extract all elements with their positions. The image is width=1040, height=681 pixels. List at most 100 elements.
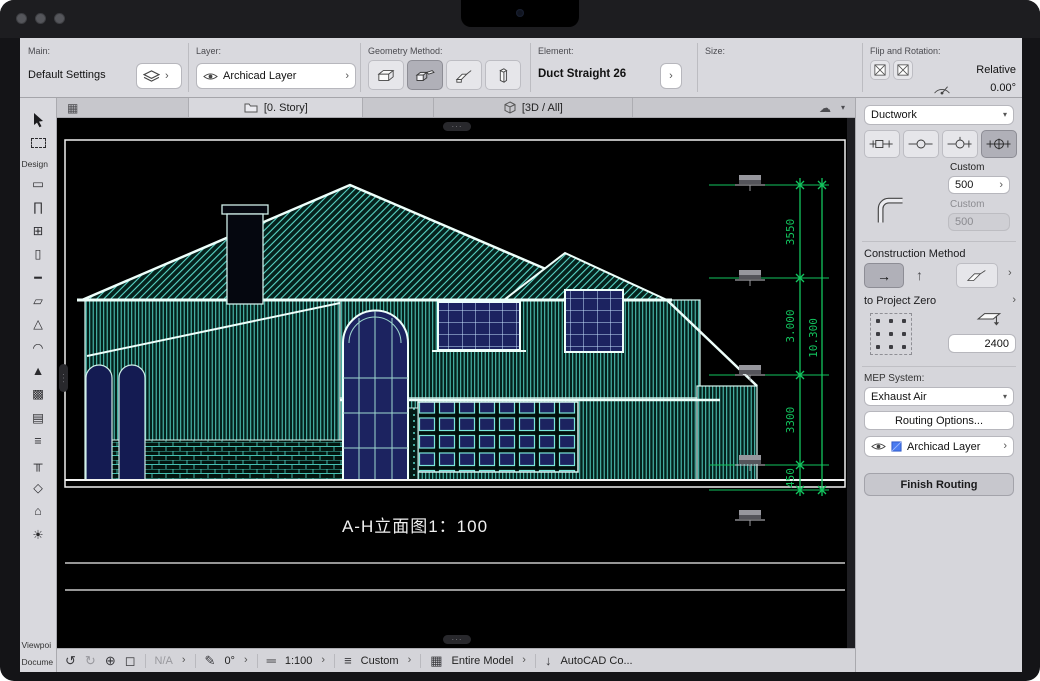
chevron-right-icon[interactable]: › <box>321 655 325 666</box>
route-slope-button[interactable] <box>956 263 998 288</box>
column-tool[interactable]: ▯ <box>24 242 52 265</box>
status-scale-value[interactable]: 1:100 <box>285 655 313 667</box>
door-tool[interactable]: ∏ <box>24 195 52 218</box>
chevron-right-icon[interactable]: › <box>1012 295 1016 306</box>
panel-layer-dropdown[interactable]: Archicad Layer › <box>864 436 1014 457</box>
size-section-label: Size: <box>705 46 725 56</box>
element-section-label: Element: <box>538 46 574 56</box>
duct-slope-icon <box>965 268 989 283</box>
window-controls <box>16 13 65 24</box>
beam-tool[interactable]: ━ <box>24 265 52 288</box>
drawing-canvas[interactable]: 3550 3.000 3300 450 10.300 A-H立面图1：100 ·… <box>57 118 855 648</box>
element-picker-button[interactable]: › <box>660 63 682 89</box>
segment-type-1-button[interactable] <box>864 130 900 158</box>
panel-layer-value: Archicad Layer <box>907 441 998 453</box>
layer-dropdown[interactable]: Archicad Layer › <box>196 63 356 89</box>
status-translator-value[interactable]: AutoCAD Co... <box>560 655 632 667</box>
chevron-right-icon: › <box>345 71 349 82</box>
chevron-right-icon[interactable]: › <box>408 655 412 666</box>
arrow-tool[interactable] <box>24 108 52 131</box>
geometry-straight-button[interactable] <box>368 60 404 90</box>
pen-set-icon[interactable]: ≡ <box>344 654 352 667</box>
segment-type-2-button[interactable] <box>903 130 939 158</box>
cloud-icon[interactable]: ☁ <box>809 98 841 117</box>
pen-icon[interactable]: ✎ <box>205 654 216 667</box>
window-tool[interactable]: ⊞ <box>24 219 52 242</box>
pane-divider-handle-top[interactable]: ··· <box>443 122 471 131</box>
relative-label[interactable]: Relative <box>976 64 1016 76</box>
chevron-right-icon[interactable]: › <box>1008 268 1012 279</box>
morph-tool[interactable]: ◇ <box>24 476 52 499</box>
model-filter-icon[interactable]: ▦ <box>430 654 442 667</box>
redo-icon[interactable]: ↻ <box>85 654 96 667</box>
tab-story-label: [0. Story] <box>264 102 308 114</box>
status-model-value[interactable]: Entire Model <box>452 655 514 667</box>
routing-options-button[interactable]: Routing Options... <box>864 411 1014 430</box>
anchor-point-selector[interactable] <box>870 313 912 355</box>
route-horizontal-button[interactable]: → <box>864 263 904 288</box>
dim-3000: 3.000 <box>784 309 797 342</box>
railing-tool[interactable]: ╥ <box>24 452 52 475</box>
slab-tool[interactable]: ▱ <box>24 289 52 312</box>
mep-system-dropdown[interactable]: Exhaust Air ▾ <box>864 387 1014 406</box>
pane-divider-handle-left[interactable]: ··· <box>59 364 68 392</box>
duct-elbow-icon[interactable] <box>876 196 906 226</box>
wall-tool[interactable]: ▭ <box>24 172 52 195</box>
custom-width-field[interactable]: 500 › <box>948 176 1010 194</box>
finish-routing-button[interactable]: Finish Routing <box>864 473 1014 496</box>
default-settings-value[interactable]: Default Settings <box>28 69 106 81</box>
construction-method-label: Construction Method <box>864 248 966 260</box>
favorites-button[interactable]: › <box>136 63 182 89</box>
chevron-right-icon[interactable]: › <box>182 655 186 666</box>
mirror-b-button[interactable] <box>893 60 913 80</box>
undo-icon[interactable]: ↺ <box>65 654 76 667</box>
chevron-down-icon[interactable]: ▾ <box>841 98 855 117</box>
elevation-field[interactable]: 2400 <box>948 334 1016 353</box>
translator-icon[interactable]: ↓ <box>545 654 552 667</box>
mesh-tool[interactable]: ▲ <box>24 359 52 382</box>
geometry-vertical-button[interactable] <box>485 60 521 90</box>
geometry-rise-button[interactable] <box>446 60 482 90</box>
object-tool[interactable]: ⌂ <box>24 499 52 522</box>
segment-type-3-button[interactable] <box>942 130 978 158</box>
tab-story[interactable]: [0. Story] <box>188 98 363 117</box>
zone-tool[interactable]: ▩ <box>24 382 52 405</box>
toolbox-section-viewpoint[interactable]: Viewpoi <box>20 640 57 650</box>
minimize-button[interactable] <box>35 13 46 24</box>
zoom-button[interactable] <box>54 13 65 24</box>
ruler-icon[interactable]: ═ <box>267 654 276 667</box>
marquee-tool[interactable] <box>24 131 52 154</box>
camera-dot <box>516 9 524 17</box>
cube-icon <box>504 101 516 114</box>
geometry-chained-button[interactable] <box>407 60 443 90</box>
status-penset-value[interactable]: Custom <box>361 655 399 667</box>
chevron-right-icon[interactable]: › <box>244 655 248 666</box>
toolbox-section-design[interactable]: Design <box>20 159 57 169</box>
stair-tool[interactable]: ≡ <box>24 429 52 452</box>
shell-tool[interactable]: ◠ <box>24 336 52 359</box>
dim-450: 450 <box>784 468 797 488</box>
status-angle-value[interactable]: 0° <box>224 655 235 667</box>
chevron-right-icon[interactable]: › <box>522 655 526 666</box>
segment-type-4-button[interactable] <box>981 130 1017 158</box>
tab-3d[interactable]: [3D / All] <box>433 98 633 117</box>
lamp-tool[interactable]: ☀ <box>24 523 52 546</box>
roof-tool[interactable]: △ <box>24 312 52 335</box>
eye-icon <box>203 72 218 81</box>
duct-inline-icon <box>868 136 896 152</box>
rotation-value[interactable]: 0.00° <box>990 82 1016 94</box>
mep-type-dropdown[interactable]: Ductwork ▾ <box>864 105 1014 125</box>
layers-icon <box>143 70 160 83</box>
close-button[interactable] <box>16 13 27 24</box>
zoom-in-icon[interactable]: ⊕ <box>105 654 116 667</box>
curtain-wall-tool[interactable]: ▤ <box>24 406 52 429</box>
canvas-scrollbar[interactable] <box>847 118 855 648</box>
zoom-fit-icon[interactable]: ◻ <box>125 654 136 667</box>
view-tab-bar: ▦ [0. Story] [3D / All] ☁ ▾ <box>57 98 855 118</box>
toolbox-section-document[interactable]: Docume <box>20 657 57 667</box>
navigator-icon[interactable]: ▦ <box>57 98 88 117</box>
route-vertical-button[interactable]: ↑ <box>916 267 923 283</box>
layer-section-label: Layer: <box>196 46 221 56</box>
pane-divider-handle-bottom[interactable]: ··· <box>443 635 471 644</box>
mirror-a-button[interactable] <box>870 60 890 80</box>
